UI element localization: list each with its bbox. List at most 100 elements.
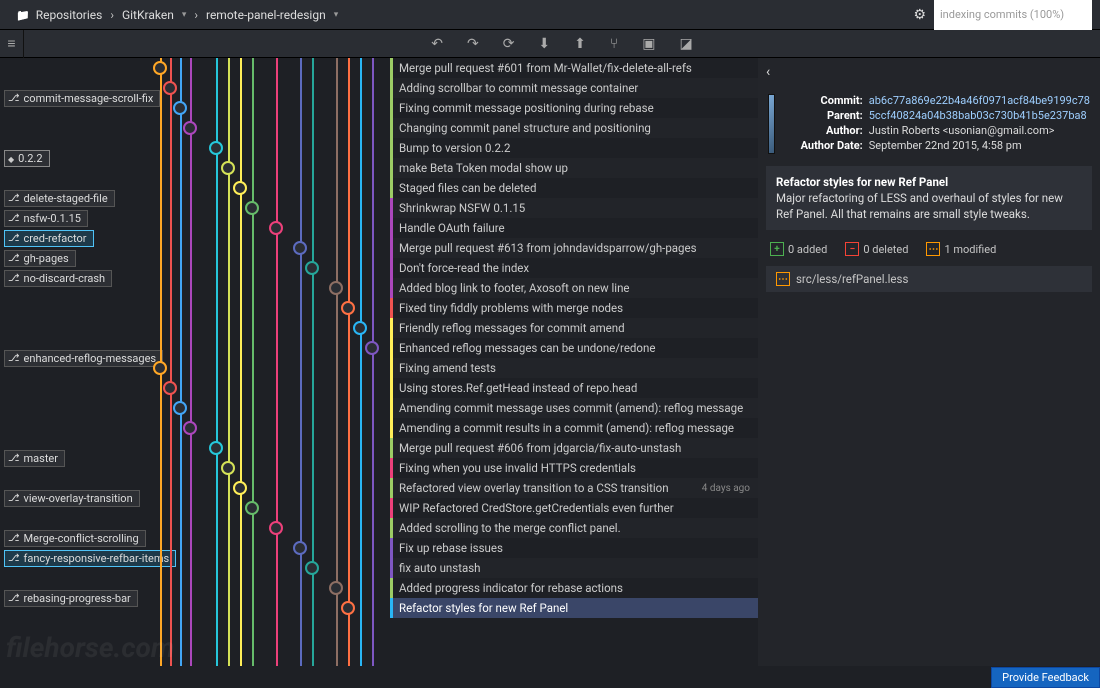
commit-row[interactable]: Staged files can be deleted <box>390 178 758 198</box>
commit-row[interactable]: make Beta Token modal show up <box>390 158 758 178</box>
commit-node[interactable] <box>245 501 259 515</box>
graph-lane <box>276 58 278 666</box>
commit-node[interactable] <box>353 321 367 335</box>
commit-row[interactable]: Refactor styles for new Ref Panel <box>390 598 758 618</box>
stash-icon[interactable]: ▣ <box>642 36 655 52</box>
branch-icon: ⎇ <box>8 273 20 284</box>
branch-icon: ⎇ <box>8 353 20 364</box>
commit-row[interactable]: Adding scrollbar to commit message conta… <box>390 78 758 98</box>
provide-feedback-button[interactable]: Provide Feedback <box>991 667 1100 688</box>
branch-label[interactable]: ⎇enhanced-reflog-messages <box>4 350 163 367</box>
push-icon[interactable]: ⬆ <box>574 36 586 52</box>
graph-lane <box>240 58 242 666</box>
commit-node[interactable] <box>163 381 177 395</box>
commit-node[interactable] <box>183 121 197 135</box>
commit-row[interactable]: Using stores.Ref.getHead instead of repo… <box>390 378 758 398</box>
branch-label[interactable]: ⎇delete-staged-file <box>4 190 115 207</box>
sidebar-toggle[interactable]: ≡ <box>0 30 24 58</box>
commit-node[interactable] <box>173 101 187 115</box>
commit-node[interactable] <box>153 61 167 75</box>
commit-row[interactable]: Changing commit panel structure and posi… <box>390 118 758 138</box>
commit-node[interactable] <box>341 301 355 315</box>
commit-row[interactable]: fix auto unstash <box>390 558 758 578</box>
commit-node[interactable] <box>245 201 259 215</box>
commit-message: Fixed tiny fiddly problems with merge no… <box>399 301 623 315</box>
commit-row[interactable]: Handle OAuth failure <box>390 218 758 238</box>
branch-label[interactable]: 0.2.2 <box>4 150 50 167</box>
branch-label[interactable]: ⎇view-overlay-transition <box>4 490 140 507</box>
commit-node[interactable] <box>221 461 235 475</box>
commit-row[interactable]: Refactored view overlay transition to a … <box>390 478 758 498</box>
branch-label[interactable]: ⎇rebasing-progress-bar <box>4 590 138 607</box>
commit-row[interactable]: Fixed tiny fiddly problems with merge no… <box>390 298 758 318</box>
pull-icon[interactable]: ⬇ <box>538 36 550 52</box>
commit-row[interactable]: Bump to version 0.2.2 <box>390 138 758 158</box>
commit-message-title: Refactor styles for new Ref Panel <box>776 174 1082 190</box>
commit-node[interactable] <box>183 421 197 435</box>
commit-node[interactable] <box>221 161 235 175</box>
breadcrumb-repo-label: GitKraken <box>122 8 174 22</box>
commit-node[interactable] <box>341 601 355 615</box>
commit-row[interactable]: Added scrolling to the merge conflict pa… <box>390 518 758 538</box>
commit-row[interactable]: Added blog link to footer, Axosoft on ne… <box>390 278 758 298</box>
meta-parent-hash[interactable]: 5ccf40824a04b38bab03c730b41b5e237ba8 <box>869 109 1087 122</box>
commit-row[interactable]: Fixing commit message positioning during… <box>390 98 758 118</box>
branch-label[interactable]: ⎇no-discard-crash <box>4 270 112 287</box>
branch-label[interactable]: ⎇nsfw-0.1.15 <box>4 210 88 227</box>
commit-row[interactable]: Enhanced reflog messages can be undone/r… <box>390 338 758 358</box>
branch-label[interactable]: ⎇gh-pages <box>4 250 76 267</box>
branch-icon: ⎇ <box>8 193 20 204</box>
commit-node[interactable] <box>365 341 379 355</box>
changed-file-row[interactable]: ⋯src/less/refPanel.less <box>766 266 1092 292</box>
pop-stash-icon[interactable]: ◪ <box>680 36 693 52</box>
breadcrumb-repo[interactable]: GitKraken <box>114 8 194 22</box>
commit-node[interactable] <box>305 561 319 575</box>
commit-node[interactable] <box>233 481 247 495</box>
commit-message: Bump to version 0.2.2 <box>399 141 510 155</box>
commit-row[interactable]: Merge pull request #613 from johndavidsp… <box>390 238 758 258</box>
commit-node[interactable] <box>269 221 283 235</box>
commit-node[interactable] <box>173 401 187 415</box>
commit-node[interactable] <box>293 541 307 555</box>
commit-row[interactable]: Added progress indicator for rebase acti… <box>390 578 758 598</box>
commit-row[interactable]: Shrinkwrap NSFW 0.1.15 <box>390 198 758 218</box>
commit-node[interactable] <box>293 241 307 255</box>
branch-label[interactable]: ⎇Merge-conflict-scrolling <box>4 530 146 547</box>
commit-node[interactable] <box>163 81 177 95</box>
gear-icon[interactable]: ⚙ <box>907 7 932 23</box>
commit-message: Changing commit panel structure and posi… <box>399 121 651 135</box>
commit-row[interactable]: Merge pull request #606 from jdgarcia/fi… <box>390 438 758 458</box>
commit-row[interactable]: Fixing amend tests <box>390 358 758 378</box>
branch-label[interactable]: ⎇cred-refactor <box>4 230 94 247</box>
commit-node[interactable] <box>153 361 167 375</box>
commit-node[interactable] <box>233 181 247 195</box>
commit-node[interactable] <box>209 441 223 455</box>
commit-node[interactable] <box>305 261 319 275</box>
branch-icon[interactable]: ⑂ <box>610 36 618 52</box>
graph-lane <box>228 58 230 666</box>
breadcrumb-root[interactable]: Repositories <box>8 8 110 22</box>
breadcrumb-branch[interactable]: remote-panel-redesign <box>198 8 346 22</box>
commit-node[interactable] <box>329 281 343 295</box>
commit-row[interactable]: Fixing when you use invalid HTTPS creden… <box>390 458 758 478</box>
commit-row[interactable]: Fix up rebase issues <box>390 538 758 558</box>
folder-icon <box>16 8 30 22</box>
commit-row[interactable]: Amending commit message uses commit (ame… <box>390 398 758 418</box>
commit-node[interactable] <box>209 141 223 155</box>
undo-icon[interactable]: ↶ <box>431 36 443 52</box>
meta-commit-hash[interactable]: ab6c77a869e22b4a46f0971acf84be9199c78 <box>869 94 1090 107</box>
commit-row[interactable]: WIP Refactored CredStore.getCredentials … <box>390 498 758 518</box>
commit-row[interactable]: Don't force-read the index <box>390 258 758 278</box>
commit-message: Adding scrollbar to commit message conta… <box>399 81 638 95</box>
redo-icon[interactable]: ↷ <box>467 36 479 52</box>
commit-row[interactable]: Friendly reflog messages for commit amen… <box>390 318 758 338</box>
commit-row[interactable]: Amending a commit results in a commit (a… <box>390 418 758 438</box>
back-arrow-icon[interactable]: ‹ <box>766 64 770 80</box>
branch-label[interactable]: ⎇commit-message-scroll-fix <box>4 90 160 107</box>
branch-label[interactable]: ⎇master <box>4 450 65 467</box>
stat-added: +0 added <box>770 242 827 256</box>
refresh-icon[interactable]: ⟳ <box>503 36 515 52</box>
commit-node[interactable] <box>269 521 283 535</box>
commit-row[interactable]: Merge pull request #601 from Mr-Wallet/f… <box>390 58 758 78</box>
commit-node[interactable] <box>329 581 343 595</box>
